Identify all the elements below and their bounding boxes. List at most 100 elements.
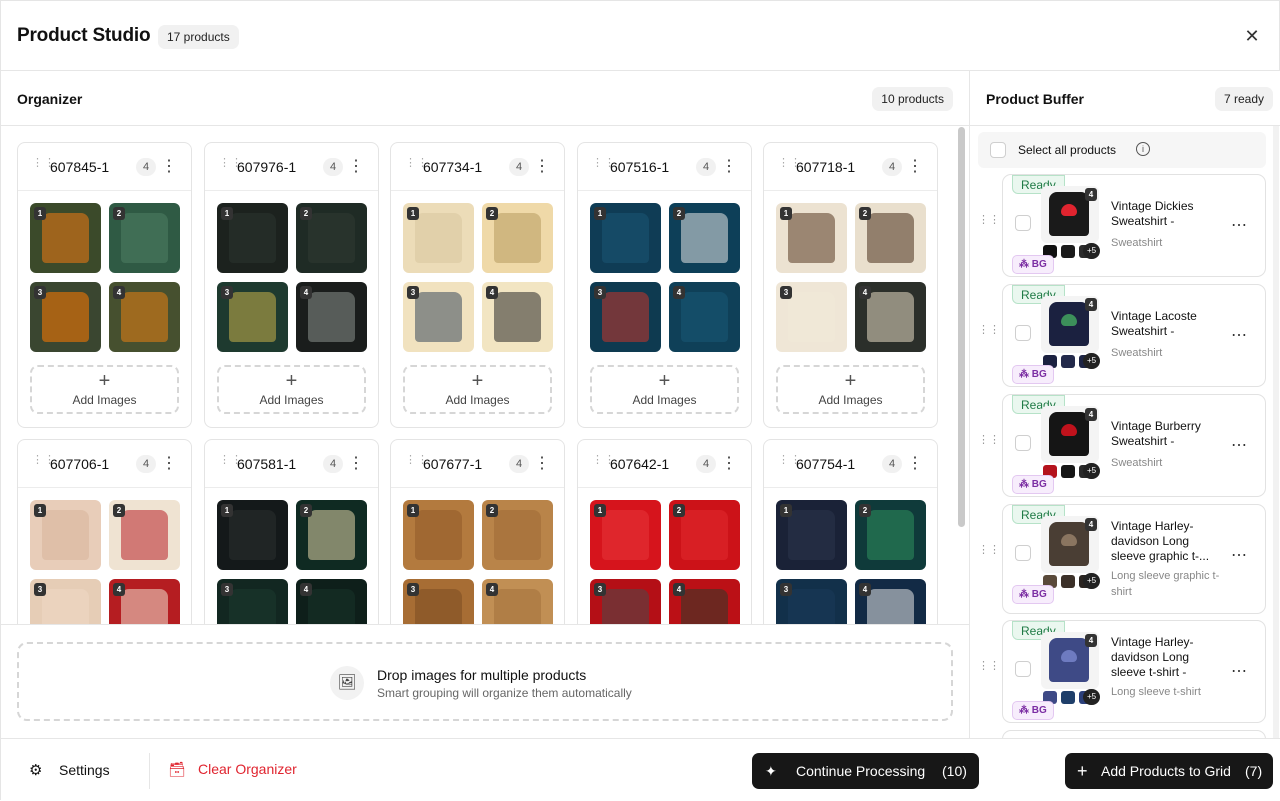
more-options-icon[interactable]: ⋯ — [1231, 545, 1247, 565]
product-image-thumb[interactable]: 4 — [855, 579, 926, 624]
product-image-thumb[interactable]: 2 — [855, 203, 926, 273]
more-options-icon[interactable]: ⋮ — [907, 454, 923, 474]
product-image-thumb[interactable]: 2 — [669, 203, 740, 273]
drag-handle-icon[interactable]: ⋮⋮ — [405, 455, 428, 471]
drag-handle-icon[interactable]: ⋮⋮ — [978, 661, 1000, 680]
product-checkbox[interactable] — [1015, 661, 1031, 677]
product-card[interactable]: ⋮⋮ 607734-1 4 ⋮ 1 2 3 4 + Add Images — [390, 142, 565, 428]
select-all-checkbox[interactable] — [990, 142, 1006, 158]
drag-handle-icon[interactable]: ⋮⋮ — [32, 158, 55, 174]
product-image-thumb[interactable]: 2 — [482, 500, 553, 570]
product-image-thumb[interactable]: 2 — [109, 500, 180, 570]
product-image-thumb[interactable]: 2 — [296, 203, 367, 273]
more-options-icon[interactable]: ⋮ — [907, 157, 923, 177]
more-options-icon[interactable]: ⋯ — [1231, 435, 1247, 455]
product-image-thumb[interactable]: 1 — [403, 500, 474, 570]
bg-removal-badge[interactable]: ⁂ BG — [1012, 475, 1054, 494]
more-options-icon[interactable]: ⋮ — [348, 454, 364, 474]
product-image-thumb[interactable]: 4 — [855, 282, 926, 352]
product-card[interactable]: ⋮⋮607677-14⋮1234+Add Images — [390, 439, 565, 624]
select-all-row[interactable]: Select all products i — [978, 132, 1266, 168]
organizer-scrollbar[interactable] — [958, 127, 965, 527]
product-image-thumb[interactable]: 1 — [30, 203, 101, 273]
more-options-icon[interactable]: ⋮ — [161, 454, 177, 474]
product-image-thumb[interactable]: 3 — [403, 282, 474, 352]
drag-handle-icon[interactable]: ⋮⋮ — [978, 545, 1000, 564]
product-image-thumb[interactable]: 3 — [30, 282, 101, 352]
buffer-product-item[interactable] — [1002, 730, 1266, 738]
product-image-thumb[interactable]: 4 — [109, 282, 180, 352]
bg-removal-badge[interactable]: ⁂ BG — [1012, 585, 1054, 604]
product-image-thumb[interactable]: 2 — [855, 500, 926, 570]
product-card[interactable]: ⋮⋮607642-14⋮1234+Add Images — [577, 439, 752, 624]
add-images-button[interactable]: + Add Images — [590, 365, 739, 414]
more-options-icon[interactable]: ⋯ — [1231, 661, 1247, 681]
more-options-icon[interactable]: ⋮ — [534, 157, 550, 177]
product-checkbox[interactable] — [1015, 545, 1031, 561]
buffer-product-item[interactable]: Ready 4 +5 ⁂ BG Vintage Harley-davidson Long… — [1002, 620, 1266, 723]
product-image-thumb[interactable]: 3 — [403, 579, 474, 624]
product-image-thumb[interactable]: 1 — [776, 203, 847, 273]
product-image-thumb[interactable]: 1 — [30, 500, 101, 570]
multi-product-dropzone[interactable]: 🖼 Drop images for multiple products Smar… — [17, 642, 953, 721]
drag-handle-icon[interactable]: ⋮⋮ — [592, 158, 615, 174]
more-options-icon[interactable]: ⋮ — [721, 157, 737, 177]
product-image-thumb[interactable]: 2 — [296, 500, 367, 570]
clear-organizer-button[interactable]: 🗃 Clear Organizer — [168, 761, 297, 778]
more-options-icon[interactable]: ⋮ — [721, 454, 737, 474]
add-products-to-grid-button[interactable]: + Add Products to Grid (7) — [1065, 753, 1273, 789]
product-image-thumb[interactable]: 2 — [109, 203, 180, 273]
buffer-product-item[interactable]: Ready 4 +5 ⁂ BG Vintage Burberry Sweatshirt … — [1002, 394, 1266, 497]
product-image-thumb[interactable]: 4 — [296, 579, 367, 624]
product-image-thumb[interactable]: 1 — [776, 500, 847, 570]
drag-handle-icon[interactable]: ⋮⋮ — [32, 455, 55, 471]
product-card[interactable]: ⋮⋮ 607976-1 4 ⋮ 1 2 3 4 + Add Images — [204, 142, 379, 428]
product-image-thumb[interactable]: 3 — [590, 579, 661, 624]
add-images-button[interactable]: + Add Images — [776, 365, 925, 414]
product-image-thumb[interactable]: 1 — [217, 500, 288, 570]
product-image-thumb[interactable]: 4 — [669, 282, 740, 352]
product-image-thumb[interactable]: 2 — [669, 500, 740, 570]
more-options-icon[interactable]: ⋮ — [161, 157, 177, 177]
product-image-thumb[interactable]: 3 — [776, 579, 847, 624]
add-images-button[interactable]: + Add Images — [30, 365, 179, 414]
product-image-thumb[interactable]: 4 — [296, 282, 367, 352]
bg-removal-badge[interactable]: ⁂ BG — [1012, 365, 1054, 384]
add-images-button[interactable]: + Add Images — [217, 365, 366, 414]
product-image-thumb[interactable]: 3 — [217, 282, 288, 352]
product-image-thumb[interactable]: 1 — [403, 203, 474, 273]
more-options-icon[interactable]: ⋯ — [1231, 215, 1247, 235]
buffer-product-item[interactable]: Ready 4 +5 ⁂ BG Vintage Harley-davidson Long… — [1002, 504, 1266, 614]
continue-processing-button[interactable]: ✦ Continue Processing (10) — [752, 753, 979, 789]
product-card[interactable]: ⋮⋮607754-14⋮1234+Add Images — [763, 439, 938, 624]
drag-handle-icon[interactable]: ⋮⋮ — [778, 455, 801, 471]
drag-handle-icon[interactable]: ⋮⋮ — [219, 455, 242, 471]
product-image-thumb[interactable]: 4 — [482, 282, 553, 352]
drag-handle-icon[interactable]: ⋮⋮ — [405, 158, 428, 174]
drag-handle-icon[interactable]: ⋮⋮ — [978, 215, 1000, 234]
more-options-icon[interactable]: ⋯ — [1231, 325, 1247, 345]
product-card[interactable]: ⋮⋮607706-14⋮1234+Add Images — [17, 439, 192, 624]
product-image-thumb[interactable]: 3 — [590, 282, 661, 352]
product-image-thumb[interactable]: 1 — [590, 203, 661, 273]
product-image-thumb[interactable]: 4 — [482, 579, 553, 624]
product-checkbox[interactable] — [1015, 435, 1031, 451]
bg-removal-badge[interactable]: ⁂ BG — [1012, 701, 1054, 720]
product-image-thumb[interactable]: 3 — [776, 282, 847, 352]
close-button[interactable]: ✕ — [1241, 25, 1263, 47]
product-card[interactable]: ⋮⋮607581-14⋮1234+Add Images — [204, 439, 379, 624]
product-checkbox[interactable] — [1015, 215, 1031, 231]
drag-handle-icon[interactable]: ⋮⋮ — [978, 435, 1000, 454]
product-image-thumb[interactable]: 4 — [109, 579, 180, 624]
product-image-thumb[interactable]: 1 — [590, 500, 661, 570]
more-options-icon[interactable]: ⋮ — [348, 157, 364, 177]
product-image-thumb[interactable]: 2 — [482, 203, 553, 273]
product-image-thumb[interactable]: 3 — [30, 579, 101, 624]
drag-handle-icon[interactable]: ⋮⋮ — [778, 158, 801, 174]
product-card[interactable]: ⋮⋮ 607845-1 4 ⋮ 1 2 3 4 + Add Images — [17, 142, 192, 428]
buffer-product-item[interactable]: Ready 4 +5 ⁂ BG Vintage Lacoste Sweatshirt -… — [1002, 284, 1266, 387]
buffer-product-item[interactable]: Ready 4 +5 ⁂ BG Vintage Dickies Sweatshirt -… — [1002, 174, 1266, 277]
info-icon[interactable]: i — [1136, 142, 1150, 156]
product-checkbox[interactable] — [1015, 325, 1031, 341]
product-image-thumb[interactable]: 1 — [217, 203, 288, 273]
